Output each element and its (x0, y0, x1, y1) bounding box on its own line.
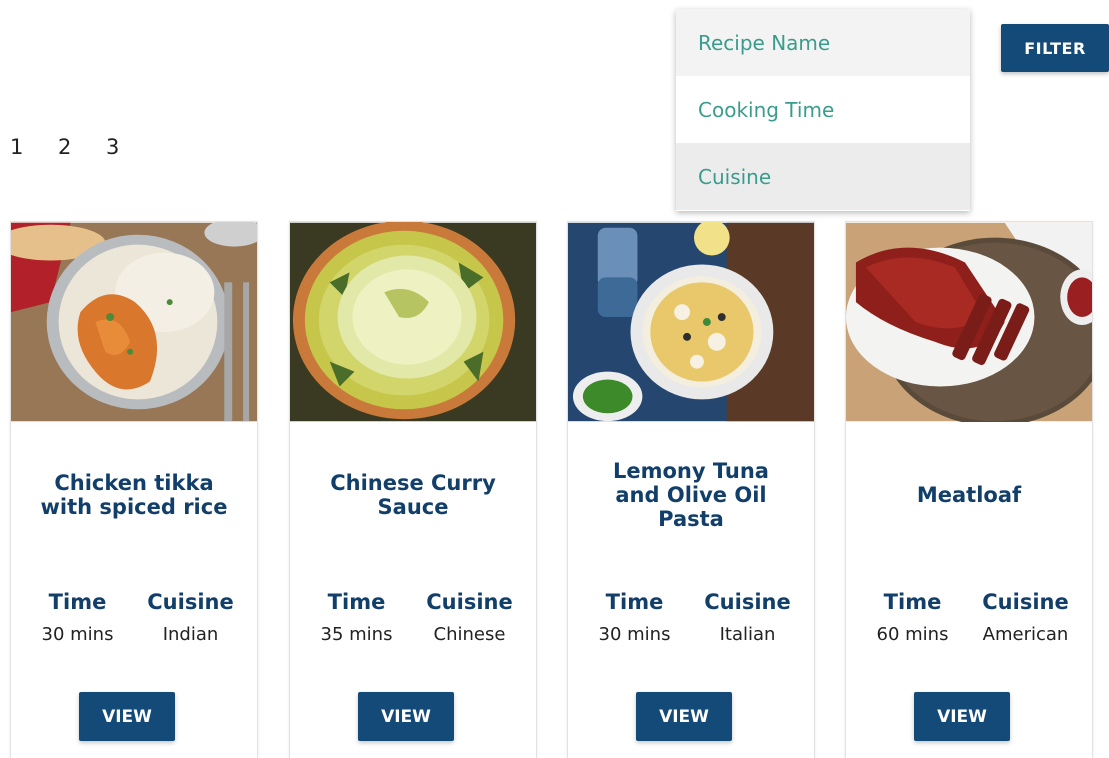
meatloaf-photo (846, 222, 1092, 422)
time-value: 30 mins (41, 624, 114, 645)
tuna-pasta-photo (568, 222, 814, 422)
view-button[interactable]: VIEW (914, 692, 1010, 741)
dropdown-option-recipe-name[interactable]: Recipe Name (676, 9, 970, 76)
cuisine-label: Cuisine (147, 590, 234, 614)
filter-button[interactable]: FILTER (1001, 24, 1109, 72)
cuisine-label: Cuisine (704, 590, 791, 614)
recipe-title: Chicken tikka with spiced rice (40, 471, 228, 519)
cuisine-value: Indian (162, 624, 219, 645)
recipe-title: Meatloaf (916, 483, 1022, 507)
recipe-card: Chinese Curry Sauce Time 35 mins Cuisine… (289, 221, 537, 758)
time-value: 30 mins (598, 624, 671, 645)
cuisine-value: Chinese (433, 624, 506, 645)
recipe-stats: Time 30 mins Cuisine Indian (11, 590, 257, 645)
time-value: 60 mins (876, 624, 949, 645)
time-stat: Time 30 mins (580, 590, 690, 645)
cuisine-label: Cuisine (426, 590, 513, 614)
time-stat: Time 35 mins (302, 590, 412, 645)
cuisine-value: American (982, 624, 1069, 645)
recipe-title: Lemony Tuna and Olive Oil Pasta (613, 459, 769, 531)
recipe-card: Meatloaf Time 60 mins Cuisine American V… (845, 221, 1093, 758)
chicken-tikka-photo (11, 222, 257, 422)
cuisine-stat: Cuisine Indian (136, 590, 246, 645)
recipe-title: Chinese Curry Sauce (330, 471, 496, 519)
time-stat: Time 30 mins (23, 590, 133, 645)
cuisine-stat: Cuisine American (971, 590, 1081, 645)
cuisine-stat: Cuisine Chinese (415, 590, 525, 645)
dropdown-option-cuisine[interactable]: Cuisine (676, 143, 970, 210)
cuisine-value: Italian (719, 624, 776, 645)
page-link-1[interactable]: 1 (10, 135, 58, 159)
time-label: Time (48, 590, 107, 614)
view-button[interactable]: VIEW (636, 692, 732, 741)
time-value: 35 mins (320, 624, 393, 645)
dropdown-option-cooking-time[interactable]: Cooking Time (676, 76, 970, 143)
recipe-card: Lemony Tuna and Olive Oil Pasta Time 30 … (567, 221, 815, 758)
time-label: Time (883, 590, 942, 614)
cuisine-stat: Cuisine Italian (693, 590, 803, 645)
view-button[interactable]: VIEW (358, 692, 454, 741)
cuisine-label: Cuisine (982, 590, 1069, 614)
recipe-stats: Time 30 mins Cuisine Italian (568, 590, 814, 645)
sort-dropdown-menu: Recipe Name Cooking Time Cuisine (676, 9, 970, 211)
time-label: Time (605, 590, 664, 614)
time-stat: Time 60 mins (858, 590, 968, 645)
pagination: 1 2 3 (10, 135, 154, 159)
recipe-card: Chicken tikka with spiced rice Time 30 m… (10, 221, 258, 758)
curry-rice-photo (290, 222, 536, 422)
recipe-stats: Time 35 mins Cuisine Chinese (290, 590, 536, 645)
page-link-2[interactable]: 2 (58, 135, 106, 159)
recipe-stats: Time 60 mins Cuisine American (846, 590, 1092, 645)
view-button[interactable]: VIEW (79, 692, 175, 741)
time-label: Time (327, 590, 386, 614)
page-link-3[interactable]: 3 (106, 135, 154, 159)
